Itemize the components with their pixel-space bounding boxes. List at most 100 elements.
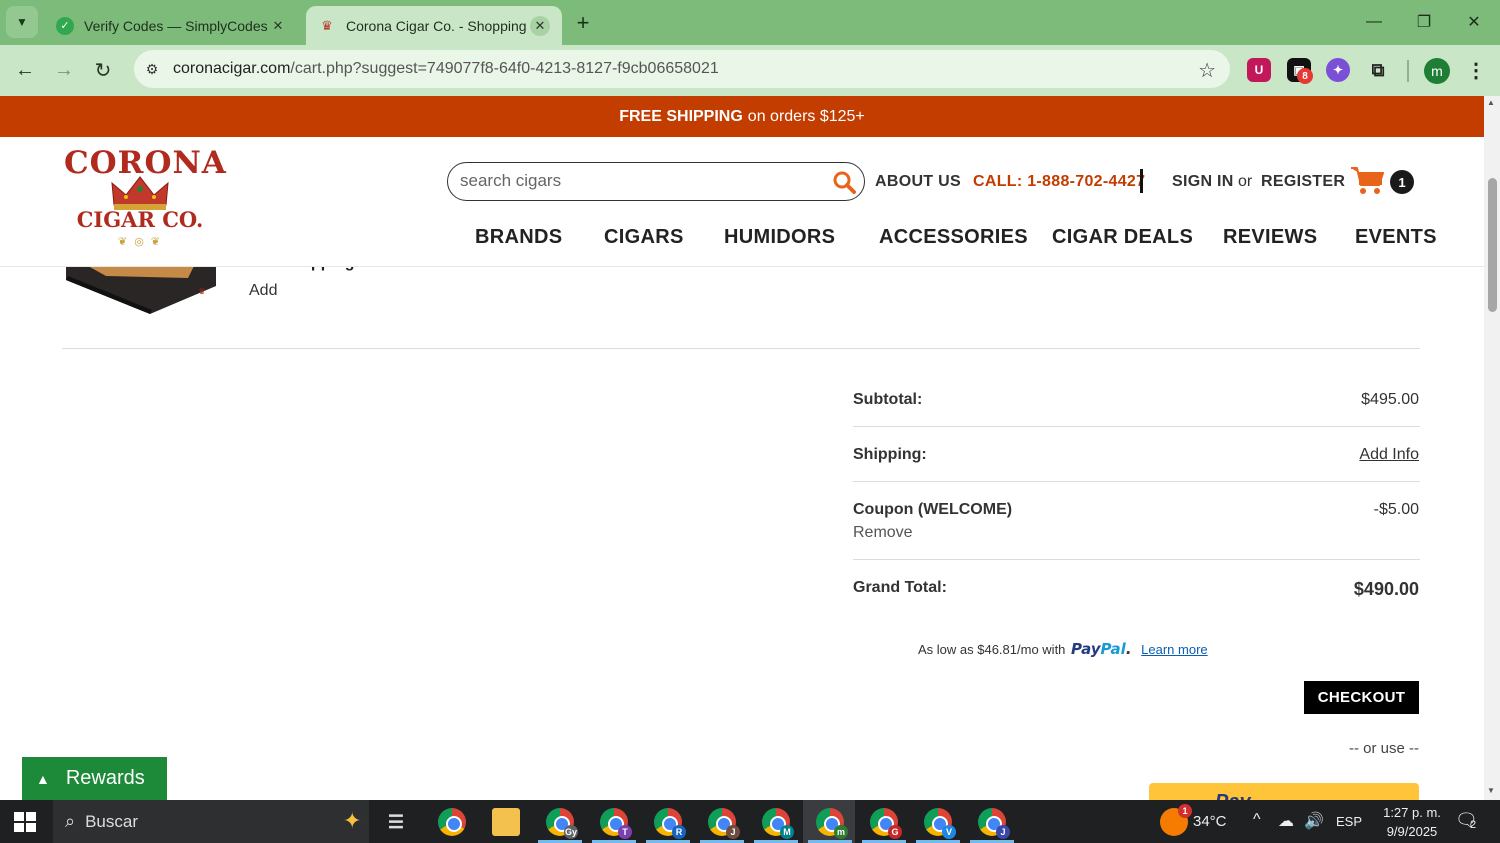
browser-menu-icon[interactable]: ⋮ [1466,58,1486,83]
browser-tab-strip: ▼ ✓ Verify Codes — SimplyCodes ✕ ♛ Coron… [0,0,1500,45]
new-tab-button[interactable]: + [570,10,596,36]
paypal-logo: PayPal. [1071,640,1132,658]
humidor-product-image[interactable]: ♛ [66,266,216,314]
about-us-link[interactable]: ABOUT US [875,173,961,191]
site-search-box[interactable] [447,162,865,201]
corona-cigar-logo[interactable]: CORONA CIGAR CO. ❦ ◎ ❦ [64,143,226,251]
minimize-window-icon[interactable]: — [1359,8,1389,36]
chrome-profile-icon[interactable]: J [708,808,740,839]
scroll-down-arrow-icon[interactable]: ▼ [1487,786,1495,795]
coupon-value: -$5.00 [1373,501,1419,518]
svg-text:♛: ♛ [198,287,205,296]
nav-cigars[interactable]: CIGARS [604,226,684,249]
nav-brands[interactable]: BRANDS [475,226,562,249]
nav-reviews[interactable]: REVIEWS [1223,226,1317,249]
profile-letter: J [996,825,1010,839]
task-view-icon[interactable]: ☰ [382,808,410,836]
paypal-button-logo: Pay [1215,791,1251,800]
chrome-profile-icon[interactable]: R [654,808,686,839]
nav-accessories[interactable]: ACCESSORIES [879,226,1028,249]
extensions-puzzle-icon[interactable]: ⧉ [1366,58,1390,82]
bookmark-star-icon[interactable]: ☆ [1198,58,1216,83]
weather-temperature[interactable]: 34°C [1193,813,1227,830]
paypal-learn-more-link[interactable]: Learn more [1141,642,1207,657]
file-explorer-icon[interactable] [492,808,520,836]
back-icon[interactable]: ← [10,55,40,85]
header-divider [1140,169,1143,193]
profile-letter: J [726,825,740,839]
page-scrollbar[interactable]: ▲ ▼ [1484,96,1500,800]
chrome-profile-icon[interactable]: M [762,808,794,839]
show-hidden-icons-chevron-icon[interactable]: ^ [1253,811,1261,829]
forward-icon[interactable]: → [49,55,79,85]
profile-letter: V [942,825,956,839]
onedrive-cloud-icon[interactable]: ☁ [1278,811,1294,831]
chevron-up-icon: ▲ [36,770,50,787]
grand-total-label: Grand Total: [853,579,947,596]
subtotal-label: Subtotal: [853,391,923,408]
tab-simplycodes[interactable]: ✓ Verify Codes — SimplyCodes ✕ [44,6,300,45]
sign-in-link[interactable]: SIGN IN [1172,173,1234,191]
shopping-cart-icon[interactable] [1350,165,1384,197]
search-icon[interactable] [832,170,856,194]
promo-bold: FREE SHIPPING [619,107,743,125]
nav-cigar-deals[interactable]: CIGAR DEALS [1052,226,1193,249]
profile-letter: G [888,825,902,839]
laurel-wreath-icon: ❦ ◎ ❦ [117,236,163,248]
taskbar-clock[interactable]: 1:27 p. m. 9/9/2025 [1378,803,1446,841]
taskbar-search-box[interactable]: ⌕ Buscar ✦ [53,800,369,843]
assistant-extension-icon[interactable]: ✦ [1326,58,1350,82]
checkout-button[interactable]: CHECKOUT [1304,681,1419,714]
nav-humidors[interactable]: HUMIDORS [724,226,835,249]
register-link[interactable]: REGISTER [1261,173,1345,191]
chrome-profile-icon[interactable]: Gy [546,808,578,839]
volume-icon[interactable]: 🔊 [1304,811,1324,831]
copilot-sparkle-icon[interactable]: ✦ [343,808,361,834]
extension-badge-count: 8 [1302,70,1308,82]
or-text: or [1238,173,1253,190]
weather-sun-icon[interactable]: 1 [1160,804,1192,836]
chrome-profile-icon[interactable]: m [816,808,848,839]
free-shipping-banner[interactable]: FREE SHIPPING on orders $125+ [0,96,1484,137]
paypal-checkout-button[interactable]: Pay [1149,783,1419,800]
url-text[interactable]: coronacigar.com/cart.php?suggest=749077f… [173,60,719,78]
chrome-profile-icon[interactable]: T [600,808,632,839]
site-header: CORONA CIGAR CO. ❦ ◎ ❦ ABOUT US CALL: 1-… [0,137,1484,267]
input-language[interactable]: ESP [1336,814,1362,829]
tab-title: Corona Cigar Co. - Shopping C [346,17,530,34]
profile-letter: m [834,825,848,839]
shipping-add-info-link[interactable]: Add Info [1359,446,1419,464]
close-tab-icon[interactable]: ✕ [530,15,550,36]
chrome-profile-icon[interactable]: J [978,808,1010,839]
cart-count-badge[interactable]: 1 [1390,170,1414,194]
chrome-profile-icon[interactable]: V [924,808,956,839]
restore-window-icon[interactable]: ❐ [1409,8,1439,36]
tab-corona-cigar[interactable]: ♛ Corona Cigar Co. - Shopping C ✕ [306,6,562,45]
close-tab-icon[interactable]: ✕ [268,16,288,36]
call-phone-link[interactable]: CALL: 1-888-702-4427 [973,173,1145,191]
reload-icon[interactable]: ↻ [88,55,118,85]
shipping-label: Shipping: [853,446,927,463]
scrollbar-thumb[interactable] [1488,178,1497,312]
nav-events[interactable]: EVENTS [1355,226,1437,249]
tab-search-button[interactable]: ▼ [6,6,38,38]
rewards-widget-button[interactable]: ▲ Rewards [22,757,167,800]
site-info-icon[interactable]: ⚙ [142,59,162,79]
windows-start-icon[interactable] [14,812,36,832]
ublock-extension-icon[interactable]: U [1247,58,1271,82]
search-input[interactable] [460,171,820,191]
search-icon: ⌕ [65,811,76,831]
logo-line-2: CIGAR CO. [76,207,204,232]
chrome-icon[interactable] [438,808,466,836]
close-window-icon[interactable]: ✕ [1459,8,1489,36]
add-gift-wrapping-link[interactable]: Add [249,282,277,300]
profile-avatar[interactable]: m [1424,58,1450,84]
profile-letter: M [780,825,794,839]
taskbar-search-text: Buscar [85,811,139,831]
chrome-profile-icon[interactable]: G [870,808,902,839]
totals-divider [853,559,1420,560]
address-bar[interactable]: ⚙ coronacigar.com/cart.php?suggest=74907… [134,50,1230,88]
remove-coupon-link[interactable]: Remove [853,524,913,542]
scroll-up-arrow-icon[interactable]: ▲ [1487,98,1495,107]
url-host: coronacigar.com [173,60,291,77]
